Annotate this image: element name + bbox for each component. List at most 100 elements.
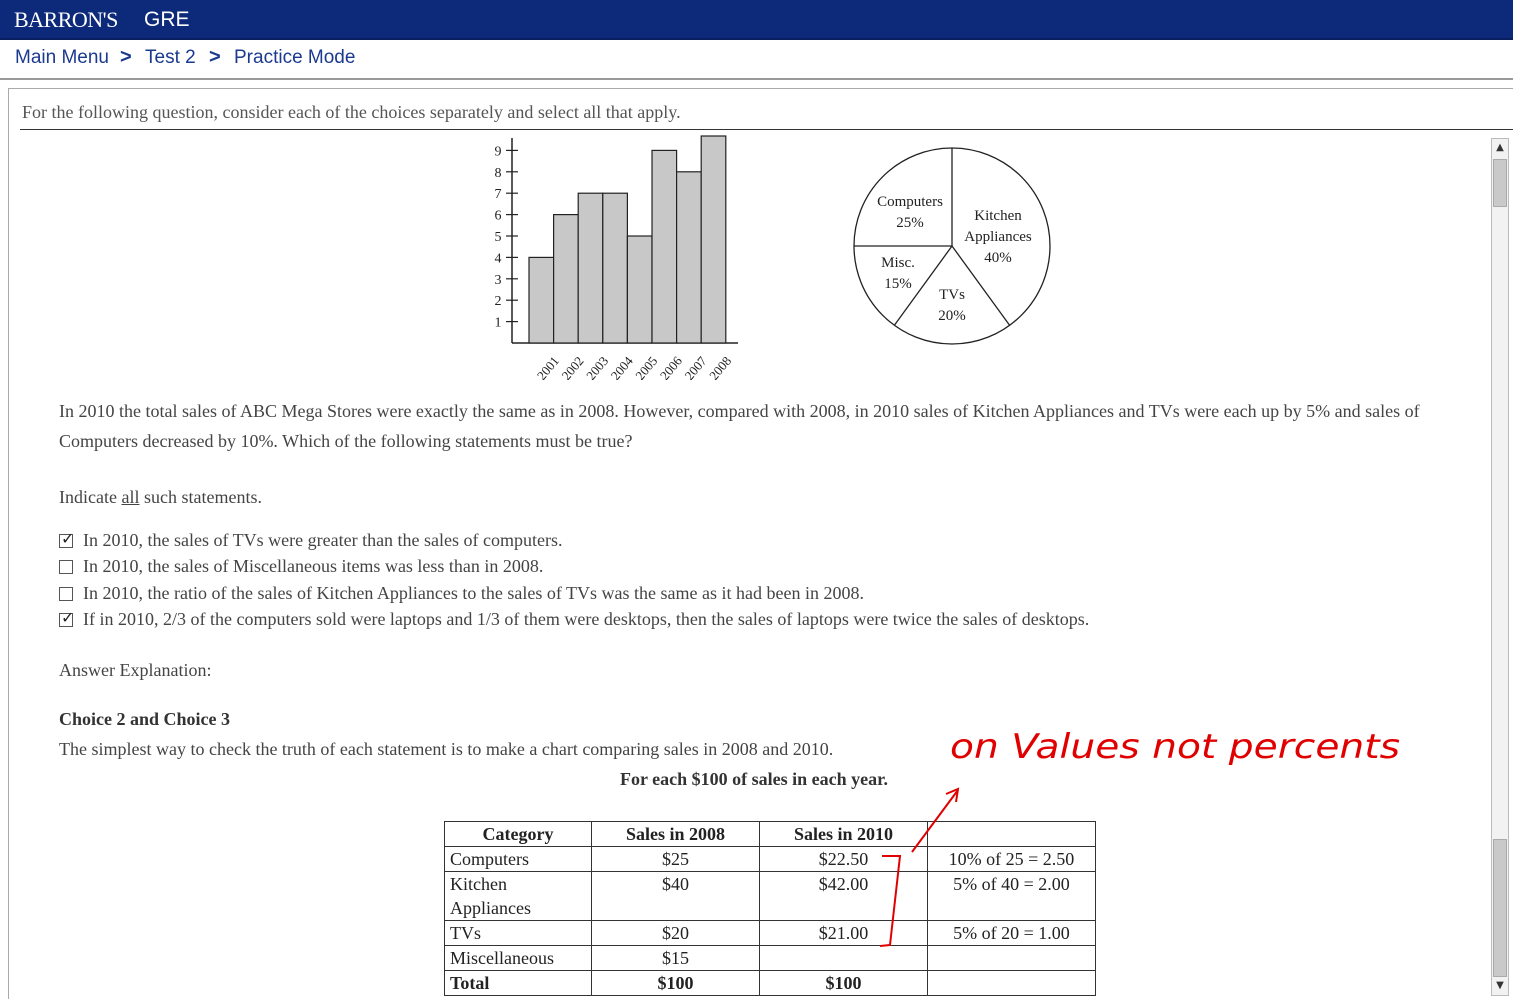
app-header: BARRON'S GRE	[0, 0, 1513, 40]
breadcrumb-separator: >	[209, 46, 221, 68]
checkbox[interactable]	[59, 586, 73, 601]
table-cell	[927, 945, 1096, 971]
choice-label[interactable]: In 2010, the sales of Miscellaneous item…	[83, 556, 543, 577]
pie-slice-percent: 15%	[884, 276, 912, 292]
bar	[700, 135, 727, 344]
indicate-prefix: Indicate	[59, 487, 122, 507]
bar	[552, 213, 579, 344]
explanation-choice-title: Choice 2 and Choice 3	[59, 709, 230, 729]
checkbox[interactable]	[59, 560, 73, 575]
table-cell: $25	[591, 846, 760, 872]
bar	[577, 192, 604, 344]
y-tick-label: 2	[495, 294, 502, 309]
y-tick-label: 4	[495, 251, 502, 266]
x-tick-label: 2003	[583, 353, 611, 380]
table-cell: Kitchen Appliances	[444, 871, 592, 921]
x-tick-label: 2002	[558, 353, 586, 380]
indicate-suffix: such statements.	[139, 487, 262, 507]
table-cell: $100	[591, 970, 760, 996]
table-cell	[927, 970, 1096, 996]
indicate-instruction: Indicate all such statements.	[59, 487, 262, 508]
brand-logo: BARRON'S	[14, 7, 118, 32]
choice-label[interactable]: In 2010, the sales of TVs were greater t…	[83, 530, 563, 551]
table-cell: Miscellaneous	[444, 945, 592, 971]
scroll-down-arrow-icon[interactable]: ▼	[1492, 977, 1508, 995]
checkmark-icon: ✓	[61, 529, 75, 548]
bar	[602, 192, 628, 344]
x-tick-label: 2005	[632, 353, 660, 380]
scroll-thumb[interactable]	[1493, 159, 1507, 207]
y-tick-label: 6	[495, 209, 502, 224]
table-row: TVs $20 $21.00 5% of 20 = 1.00	[444, 920, 1096, 946]
question-text: In 2010 the total sales of ABC Mega Stor…	[59, 401, 1420, 451]
explanation-heading: Answer Explanation:	[59, 660, 212, 680]
table-cell: 5% of 40 = 2.00	[927, 871, 1096, 921]
column-header	[927, 821, 1096, 847]
table-cell: 10% of 25 = 2.50	[927, 846, 1096, 872]
figure-charts: 1 2 3 4 5 6 7 8 9 2001200220032004200520062007200…	[495, 135, 1051, 380]
bar	[528, 256, 555, 344]
table-cell: $22.50	[759, 846, 928, 872]
table-cell: $21.00	[759, 920, 928, 946]
explanation-text: The simplest way to check the truth of e…	[59, 739, 834, 759]
table-cell: $42.00	[759, 871, 928, 921]
column-header: Sales in 2010	[759, 821, 928, 847]
checkbox[interactable]: ✓	[59, 608, 74, 627]
y-tick-label: 3	[495, 273, 502, 288]
bar	[651, 149, 678, 344]
indicate-all: all	[121, 487, 140, 507]
table-cell: TVs	[444, 920, 592, 946]
table-cell: $40	[591, 871, 760, 921]
choice-label[interactable]: If in 2010, 2/3 of the computers sold we…	[83, 609, 1089, 630]
pie-slice-label: TVs	[939, 287, 965, 303]
x-tick-label: 2004	[608, 353, 637, 380]
breadcrumb-separator: >	[120, 46, 132, 68]
bar-chart: 1 2 3 4 5 6 7 8 9 2001200220032004200520062007200…	[495, 135, 738, 380]
sales-comparison-table: Category Sales in 2008 Sales in 2010 Com…	[444, 821, 1096, 996]
bar	[626, 235, 653, 344]
breadcrumb-main-menu[interactable]: Main Menu	[15, 47, 109, 69]
breadcrumb: Main Menu > Test 2 > Practice Mode	[0, 40, 1513, 80]
question-instruction: For the following question, consider eac…	[22, 102, 681, 122]
table-row-total: Total $100 $100	[444, 970, 1096, 996]
column-header: Sales in 2008	[591, 821, 760, 847]
y-tick-label: 7	[495, 187, 502, 202]
table-cell	[759, 945, 928, 971]
pie-slice-label: Misc.	[881, 255, 915, 271]
pie-slice-label: Appliances	[964, 229, 1032, 245]
x-tick-label: 2006	[657, 353, 686, 380]
pie-chart: Computers 25% Kitchen Appliances 40% TVs 20% Mi…	[853, 147, 1051, 345]
breadcrumb-test-2[interactable]: Test 2	[145, 47, 196, 69]
x-tick-label: 2001	[534, 353, 562, 380]
pie-slice-percent: 25%	[896, 215, 924, 231]
pie-slice-label: Kitchen	[974, 208, 1022, 224]
table-cell: $20	[591, 920, 760, 946]
table-cell: 5% of 20 = 1.00	[927, 920, 1096, 946]
scroll-up-arrow-icon[interactable]: ▲	[1492, 139, 1508, 157]
vertical-scrollbar[interactable]: ▲ ▼	[1491, 138, 1509, 996]
y-tick-label: 9	[495, 144, 502, 159]
pie-slice-percent: 20%	[938, 308, 966, 324]
checkbox[interactable]: ✓	[59, 529, 74, 548]
x-tick-label: 2007	[681, 353, 710, 380]
table-row: Kitchen Appliances $40 $42.00 5% of 40 =…	[444, 871, 1096, 921]
y-tick-label: 5	[495, 230, 502, 245]
table-caption: For each $100 of sales in each year.	[620, 769, 888, 789]
table-row: Miscellaneous $15	[444, 945, 1096, 971]
breadcrumb-practice-mode[interactable]: Practice Mode	[234, 47, 355, 69]
column-header: Category	[444, 821, 592, 847]
table-cell: $15	[591, 945, 760, 971]
table-cell: Total	[444, 970, 592, 996]
x-tick-label: 2008	[706, 353, 734, 380]
table-header-row: Category Sales in 2008 Sales in 2010	[444, 821, 1096, 847]
scroll-thumb-lower[interactable]	[1493, 839, 1507, 977]
checkmark-icon: ✓	[61, 607, 75, 627]
choice-label[interactable]: In 2010, the ratio of the sales of Kitch…	[83, 583, 864, 604]
pie-slice-label: Computers	[877, 194, 943, 210]
pie-slice-percent: 40%	[984, 250, 1012, 266]
y-tick-label: 8	[495, 166, 502, 181]
table-row: Computers $25 $22.50 10% of 25 = 2.50	[444, 846, 1096, 872]
table-cell: Computers	[444, 846, 592, 872]
product-name: GRE	[144, 8, 190, 31]
y-tick-label: 1	[495, 316, 502, 331]
